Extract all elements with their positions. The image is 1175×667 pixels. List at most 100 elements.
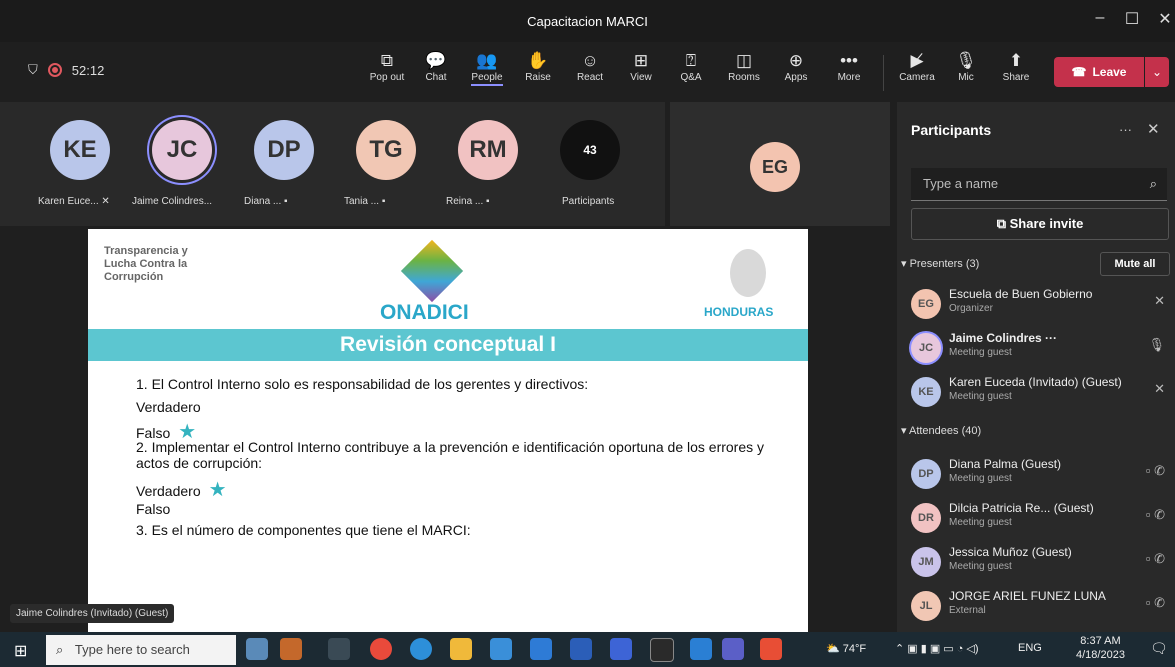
participant-strip: KE JC DP TG RM 43 Karen Euce... ✕ Jaime … [0,102,665,226]
caret-down-icon: ▾ [901,425,907,437]
app-icon[interactable] [760,638,782,660]
participant-row[interactable]: DR Dilcia Patricia Re... (Guest) Meeting… [911,499,1173,541]
participant-role: External [949,605,986,616]
chrome-icon[interactable] [370,638,392,660]
raise-hand-icon: ✋ [527,51,549,70]
app-icon[interactable] [610,638,632,660]
people-button[interactable]: 👥 People [464,50,510,86]
toolbar-divider [883,55,884,91]
view-icon: ⊞ [633,51,649,70]
tray-icons[interactable]: ⌃ ▣ ▮ ▣ ▭ ◔ ◁) [895,642,979,655]
caret-down-icon: ▾ [901,258,907,270]
participant-role: Meeting guest [949,561,1012,572]
view-button[interactable]: ⊞ View [618,50,664,83]
store-icon[interactable] [490,638,512,660]
app-icon[interactable] [246,638,268,660]
chat-button[interactable]: 💬 Chat [413,50,459,83]
avatar[interactable]: DP [254,120,314,180]
close-panel-icon[interactable]: ✕ [1147,120,1160,138]
participants-count-avatar[interactable]: 43 [560,120,620,180]
maximize-icon[interactable]: ☐ [1117,9,1147,29]
camera-button[interactable]: ▶̸ Camera [894,50,940,83]
apps-button[interactable]: ⊕ Apps [773,50,819,83]
presenters-header[interactable]: ▾ Presenters (3) [901,257,979,270]
qa-button[interactable]: ⍰ Q&A [668,50,714,83]
chat-icon: 💬 [425,51,447,70]
slide-line: 3. Es el número de componentes que tiene… [136,522,471,538]
language-indicator[interactable]: ENG [1018,642,1042,654]
leave-options-button[interactable]: ⌄ [1145,57,1169,87]
participant-row[interactable]: DP Diana Palma (Guest) Meeting guest ▫ ✆ [911,455,1173,497]
participant-row[interactable]: KE Karen Euceda (Invitado) (Guest) Meeti… [911,373,1173,415]
participant-row[interactable]: EG Escuela de Buen Gobierno Organizer ✕ [911,285,1173,327]
avatar: EG [911,289,941,319]
logo-transparencia: Transparencia y Lucha Contra la Corrupci… [104,245,188,283]
participant-role: Organizer [949,303,993,314]
logo-onadici: ONADICI [380,301,469,324]
rooms-icon: ◫ [735,51,753,70]
mic-off-icon: ✕ [101,196,110,207]
participant-row[interactable]: JC Jaime Colindres ··· Meeting guest 🎙 [911,329,1173,371]
video-tile[interactable]: EG [670,102,890,226]
vscode-icon[interactable] [690,638,712,660]
search-icon: ⌕ [56,642,64,657]
share-button[interactable]: ⬆ Share [993,50,1039,83]
pop-out-button[interactable]: ⧉ Pop out [364,50,410,83]
notifications-icon[interactable]: 🗨 [1150,640,1168,657]
star-icon: ★ [208,479,227,501]
share-icon: ⧉ [996,216,1006,231]
participant-name: Escuela de Buen Gobierno [949,287,1093,301]
onadici-logo-icon [400,239,464,303]
mic-off-icon: ✕ [1154,381,1165,396]
avatar: DR [911,503,941,533]
avatar[interactable]: KE [50,120,110,180]
raise-button[interactable]: ✋ Raise [515,50,561,83]
mail-icon[interactable] [530,638,552,660]
clock[interactable]: 8:37 AM 4/18/2023 [1076,634,1125,662]
participant-row[interactable]: JL JORGE ARIEL FUNEZ LUNA External ▫ ✆ [911,587,1173,629]
app-icon[interactable] [280,638,302,660]
participant-role: Meeting guest [949,347,1012,358]
avatar[interactable]: JC [152,120,212,180]
apps-icon: ⊕ [788,51,804,70]
react-button[interactable]: ☺ React [567,50,613,83]
windows-start-icon[interactable]: ⊞ [14,641,27,661]
leave-button[interactable]: ☎ Leave [1054,57,1144,87]
more-options-icon[interactable]: ··· [1119,122,1132,137]
mic-off-icon: ✕ [1154,293,1165,308]
windows-taskbar: ⊞ ⌕ Type here to search ⛅ 74°F ⌃ ▣ ▮ ▣ ▭… [0,632,1175,667]
share-icon: ⬆ [1008,51,1024,70]
participant-search-input[interactable]: Type a name ⌕ [911,168,1167,201]
shield-icon: ⛉ [28,62,38,77]
mic-button[interactable]: 🎙 Mic [943,50,989,83]
more-button[interactable]: ••• More [826,50,872,83]
participant-role: Meeting guest [949,391,1012,402]
people-icon: 👥 [476,51,498,70]
share-invite-button[interactable]: ⧉ Share invite [911,208,1169,240]
close-icon[interactable]: ✕ [1150,9,1175,29]
attendees-header[interactable]: ▾ Attendees (40) [901,424,981,437]
participant-row[interactable]: JM Jessica Muñoz (Guest) Meeting guest ▫… [911,543,1173,585]
avatar-name: Diana ... ▪ [244,196,288,207]
minimize-icon[interactable]: – [1085,9,1115,27]
slide-line: Falso [136,501,171,517]
avatar[interactable]: TG [356,120,416,180]
rooms-button[interactable]: ◫ Rooms [721,50,767,83]
task-view-icon[interactable] [328,638,350,660]
search-icon: ⌕ [1149,176,1157,191]
recording-icon [47,63,62,77]
avatar[interactable]: RM [458,120,518,180]
terminal-icon[interactable] [650,638,674,662]
edge-icon[interactable] [410,638,432,660]
teams-icon[interactable] [722,638,744,660]
mute-all-button[interactable]: Mute all [1100,252,1170,276]
timer-text: 52:12 [71,62,105,78]
word-icon[interactable] [570,638,592,660]
phone-icon: ☎ [1071,65,1087,79]
file-explorer-icon[interactable] [450,638,472,660]
camera-mic-off-icon: ▫ ✆ [1145,551,1165,566]
avatar: JM [911,547,941,577]
taskbar-search-input[interactable]: ⌕ Type here to search [46,635,236,665]
speaker-label: Jaime Colindres (Invitado) (Guest) [10,604,175,623]
weather-text[interactable]: ⛅ 74°F [826,642,866,655]
